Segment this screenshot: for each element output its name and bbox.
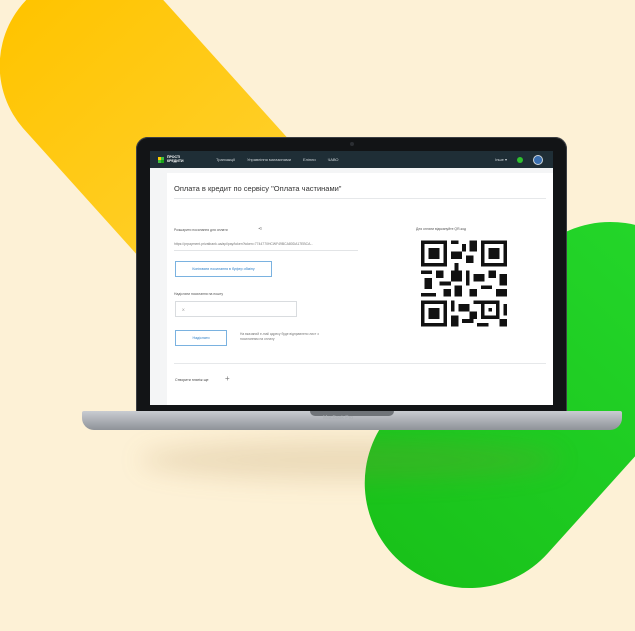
send-hint: На вказаний е-mail адресу буде відправле… [240,332,319,341]
avatar[interactable] [533,154,543,165]
laptop-shadow [140,440,560,480]
create-more-label[interactable]: Створити платіж ще [175,378,209,382]
qr-code-icon [417,236,511,331]
page-title: Оплата в кредит по сервісу "Оплата части… [174,184,342,193]
main-card: Оплата в кредит по сервісу "Оплата части… [167,173,553,405]
user-menu[interactable]: Іншe ▾ [495,157,507,162]
nav-item-transactions[interactable]: Транзакції [216,157,235,162]
logo-text: ПРОСТІ КРЕДИТИ [167,155,184,163]
status-indicator-icon [517,156,523,163]
laptop-lid: ПРОСТІ КРЕДИТИ Транзакції Управління маг… [136,137,567,413]
divider-bottom [174,363,546,364]
share-label: Розшарити посилання для оплати [174,228,228,232]
camera-icon [350,142,354,146]
copy-link-button[interactable]: Копіювати посилання в буфер обміну [175,261,272,277]
nav-menu: Транзакції Управління магазинами Еліпли … [216,157,339,162]
email-label: Надіслати посилання на пошту [174,292,224,296]
laptop-model-label: MacBook Pro [323,415,354,421]
divider [174,198,546,199]
top-navigation: ПРОСТІ КРЕДИТИ Транзакції Управління маг… [150,151,553,168]
nav-item-elipli[interactable]: Еліпли [303,157,316,162]
header-right: Іншe ▾ [495,154,543,165]
payment-link[interactable]: https://prpayment.privatbank.ua/api/pay/… [174,242,313,246]
logo[interactable]: ПРОСТІ КРЕДИТИ [158,155,204,163]
link-underline [174,250,358,251]
nav-item-stores[interactable]: Управління магазинами [247,157,291,162]
laptop-screen: ПРОСТІ КРЕДИТИ Транзакції Управління маг… [150,151,553,405]
user-menu-label: Іншe [495,157,504,162]
nav-item-faq[interactable]: ЧАВО [328,157,339,162]
logo-mark-icon [158,156,164,163]
email-input[interactable]: X [175,301,297,317]
send-button[interactable]: Надіслати [175,330,227,346]
plus-icon[interactable]: + [225,374,230,383]
qr-label: Для оплати відскануйте QR-код [416,227,466,231]
logo-line2: КРЕДИТИ [167,158,184,163]
share-icon[interactable]: ⋖ [258,226,262,232]
